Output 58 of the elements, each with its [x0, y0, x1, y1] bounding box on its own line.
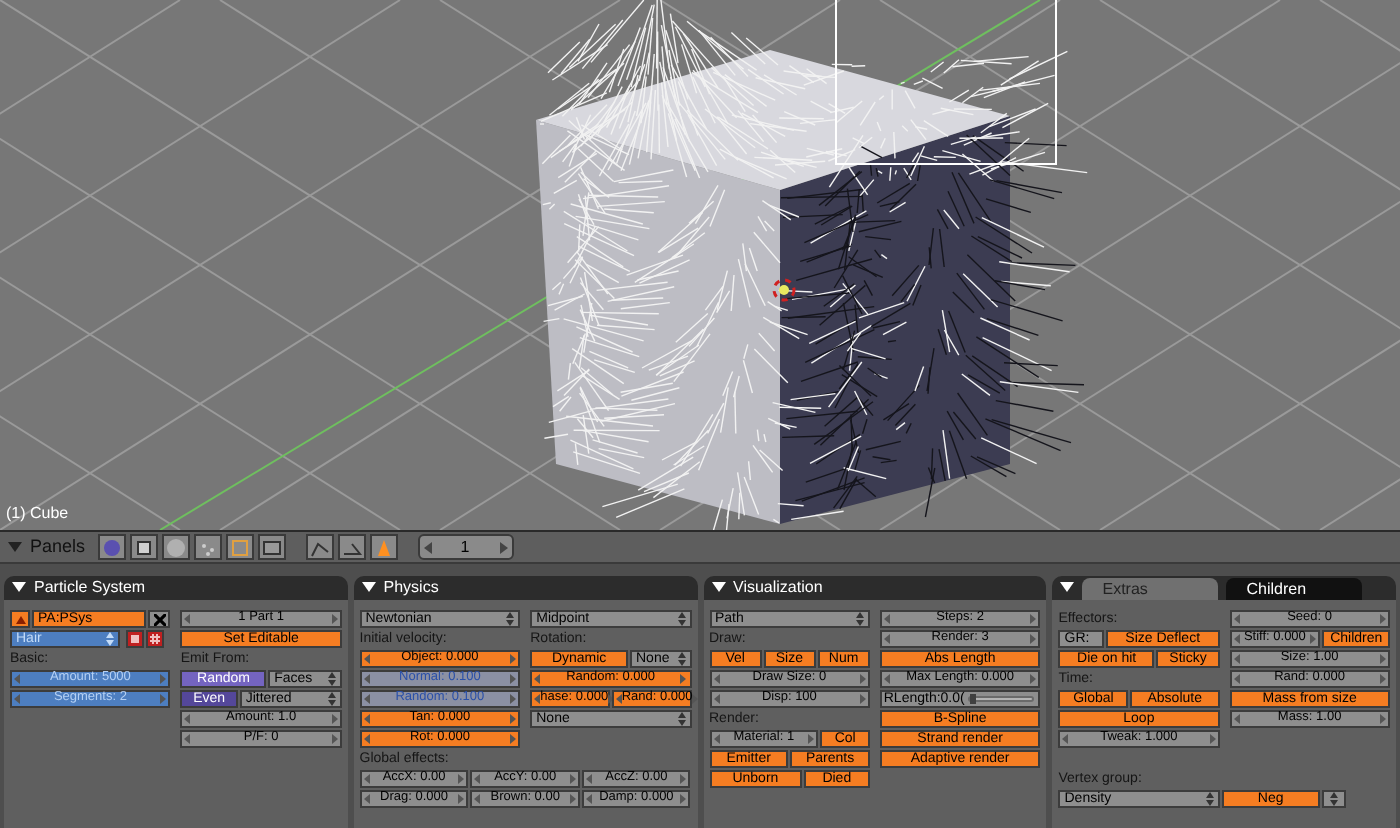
left-arrow-icon — [713, 734, 719, 744]
right-arrow-icon — [1379, 714, 1386, 724]
slider-thumb[interactable] — [970, 694, 977, 704]
right-arrow-icon — [608, 694, 615, 704]
up-arrow-icon — [15, 615, 25, 623]
material-button[interactable] — [161, 534, 190, 560]
right-arrow-icon — [331, 614, 338, 624]
collapse-icon — [8, 541, 22, 553]
screen-icon — [130, 634, 141, 644]
up-down-arrow-icon — [106, 632, 115, 646]
panel-title: Physics — [383, 576, 439, 600]
render-toggle-button[interactable] — [146, 630, 165, 648]
up-down-arrow-icon — [677, 652, 685, 666]
up-down-arrow-icon — [327, 672, 336, 686]
left-arrow-icon — [615, 694, 622, 704]
object-button[interactable] — [129, 534, 158, 560]
panels-label: Panels — [30, 533, 86, 560]
curve-button[interactable] — [305, 534, 334, 560]
object-icon — [131, 535, 156, 559]
select-box-button[interactable] — [225, 534, 254, 560]
particles-button[interactable] — [193, 534, 222, 560]
material-icon — [163, 535, 188, 559]
up-down-arrow-icon — [506, 612, 515, 626]
cursor-icon — [772, 278, 796, 302]
up-down-arrow-icon — [1329, 792, 1338, 806]
right-arrow-icon — [1379, 614, 1386, 624]
left-arrow-icon — [1062, 734, 1069, 744]
panel-tab[interactable]: Children — [1226, 578, 1363, 600]
left-arrow-icon — [883, 674, 890, 684]
dropdown-menu[interactable] — [1321, 790, 1346, 808]
right-arrow-icon — [808, 734, 815, 744]
display-toggle-button[interactable] — [126, 630, 145, 648]
collapse-icon — [711, 582, 725, 594]
right-arrow-icon — [1310, 634, 1317, 644]
up-down-arrow-icon — [677, 612, 685, 626]
browse-button[interactable] — [10, 610, 30, 628]
delete-button[interactable] — [148, 610, 171, 628]
up-down-arrow-icon — [1205, 792, 1214, 806]
panel-title: Visualization — [733, 576, 823, 600]
right-arrow-icon — [1209, 734, 1216, 744]
left-arrow-icon — [1233, 714, 1240, 724]
up-down-arrow-icon — [327, 692, 336, 706]
up-down-arrow-icon — [855, 612, 864, 626]
panel-tab[interactable]: Extras — [1082, 578, 1219, 600]
select-box-icon — [227, 535, 252, 559]
left-arrow-icon — [423, 541, 432, 553]
left-arrow-icon — [184, 614, 191, 624]
object-label: (1) Cube — [6, 502, 69, 526]
frame-field[interactable]: 1 — [417, 534, 514, 560]
collapse-icon — [361, 582, 376, 594]
collapse-icon — [1060, 582, 1075, 594]
right-arrow-icon — [499, 541, 508, 553]
up-down-arrow-icon — [677, 712, 685, 726]
collapse-icon — [12, 582, 26, 594]
right-arrow-icon — [1030, 674, 1037, 684]
panel-title: Particle System — [34, 576, 146, 600]
close-icon — [153, 613, 166, 625]
grid-icon — [150, 634, 161, 644]
